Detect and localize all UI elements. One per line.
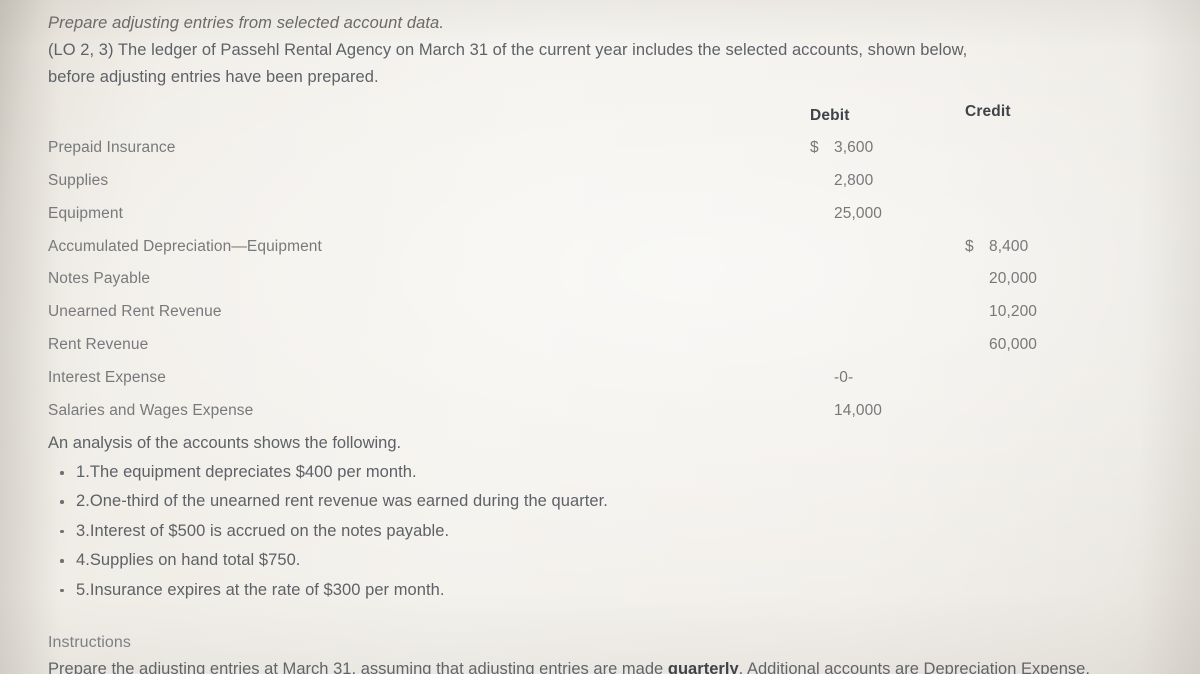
- debit-amount: [808, 296, 963, 329]
- credit-value: 10,200: [989, 303, 1038, 321]
- credit-amount: 10,200: [963, 296, 1108, 329]
- col-header-debit: Debit: [810, 107, 850, 125]
- debit-value: 25,000: [834, 204, 883, 222]
- instructions-body: Prepare the adjusting entries at March 3…: [48, 655, 1156, 674]
- instructions-title: Instructions: [48, 633, 132, 651]
- credit-amount: 60,000: [963, 329, 1108, 362]
- table-row: Supplies 2,800: [48, 165, 1108, 198]
- debit-value: -0-: [834, 368, 854, 386]
- table-row: Salaries and Wages Expense 14,000: [48, 394, 1108, 427]
- credit-value: 60,000: [989, 335, 1038, 353]
- account-name: Interest Expense: [48, 368, 166, 386]
- list-item: 3.Interest of $500 is accrued on the not…: [48, 517, 1200, 546]
- credit-amount: [963, 198, 1108, 231]
- list-item: 2.One-third of the unearned rent revenue…: [48, 487, 1200, 516]
- account-name: Prepaid Insurance: [48, 139, 176, 157]
- debit-amount: $3,600: [808, 132, 963, 165]
- debit-amount: 25,000: [808, 198, 963, 231]
- credit-currency-symbol: $: [965, 237, 974, 255]
- table-row: Notes Payable 20,000: [48, 263, 1108, 296]
- col-header-account: [48, 103, 808, 132]
- debit-amount: 2,800: [808, 165, 963, 198]
- account-name: Rent Revenue: [48, 335, 149, 353]
- debit-value: 14,000: [834, 401, 883, 419]
- credit-amount: [963, 394, 1108, 427]
- account-name: Notes Payable: [48, 270, 151, 288]
- account-name: Equipment: [48, 204, 124, 222]
- credit-amount: 20,000: [963, 263, 1108, 296]
- debit-value: 2,800: [834, 172, 874, 190]
- instructions-emphasis: quarterly: [667, 659, 739, 674]
- table-row: Unearned Rent Revenue 10,200: [48, 296, 1108, 329]
- debit-amount: -0-: [808, 362, 963, 395]
- exercise-intro-line-2: before adjusting entries have been prepa…: [48, 67, 379, 86]
- ledger-header-row: Debit Credit: [48, 103, 1108, 132]
- ledger-table-body: Prepaid Insurance $3,600 Supplies 2,800 …: [48, 132, 1108, 427]
- list-item: 1.The equipment depreciates $400 per mon…: [48, 458, 1200, 487]
- document-page: Prepare adjusting entries from selected …: [0, 0, 1200, 674]
- exercise-heading: Prepare adjusting entries from selected …: [48, 14, 445, 32]
- instructions-body-part-1: Prepare the adjusting entries at March 3…: [48, 659, 668, 674]
- debit-currency-symbol: $: [810, 139, 819, 157]
- account-name: Supplies: [48, 172, 109, 190]
- account-name: Accumulated Depreciation—Equipment: [48, 237, 322, 255]
- debit-amount: 14,000: [808, 394, 963, 427]
- credit-amount: [963, 362, 1108, 395]
- list-item: 5.Insurance expires at the rate of $300 …: [48, 576, 1200, 605]
- table-row: Prepaid Insurance $3,600: [48, 132, 1108, 165]
- list-item: 4.Supplies on hand total $750.: [48, 546, 1200, 575]
- account-name: Unearned Rent Revenue: [48, 303, 222, 321]
- table-row: Equipment 25,000: [48, 198, 1108, 231]
- ledger-table: Debit Credit Prepaid Insurance $3,600 Su…: [48, 103, 1108, 427]
- credit-value: 20,000: [989, 270, 1038, 288]
- analysis-fact-list: 1.The equipment depreciates $400 per mon…: [48, 458, 1200, 605]
- debit-amount: [808, 263, 963, 296]
- document-content: Prepare adjusting entries from selected …: [0, 0, 1200, 674]
- credit-amount: $8,400: [963, 231, 1108, 264]
- instructions-section: Instructions Prepare the adjusting entri…: [48, 631, 1200, 674]
- ledger-table-head: Debit Credit: [48, 103, 1108, 132]
- credit-value: 8,400: [989, 237, 1029, 255]
- table-row: Rent Revenue 60,000: [48, 329, 1108, 362]
- col-header-credit: Credit: [965, 103, 1011, 121]
- table-row: Accumulated Depreciation—Equipment $8,40…: [48, 231, 1108, 264]
- account-name: Salaries and Wages Expense: [48, 401, 254, 419]
- debit-amount: [808, 231, 963, 264]
- credit-amount: [963, 165, 1108, 198]
- exercise-intro-line-1: (LO 2, 3) The ledger of Passehl Rental A…: [48, 40, 968, 59]
- debit-amount: [808, 329, 963, 362]
- debit-value: 3,600: [834, 139, 874, 157]
- analysis-lead-in: An analysis of the accounts shows the fo…: [48, 434, 402, 453]
- credit-amount: [963, 132, 1108, 165]
- table-row: Interest Expense -0-: [48, 362, 1108, 395]
